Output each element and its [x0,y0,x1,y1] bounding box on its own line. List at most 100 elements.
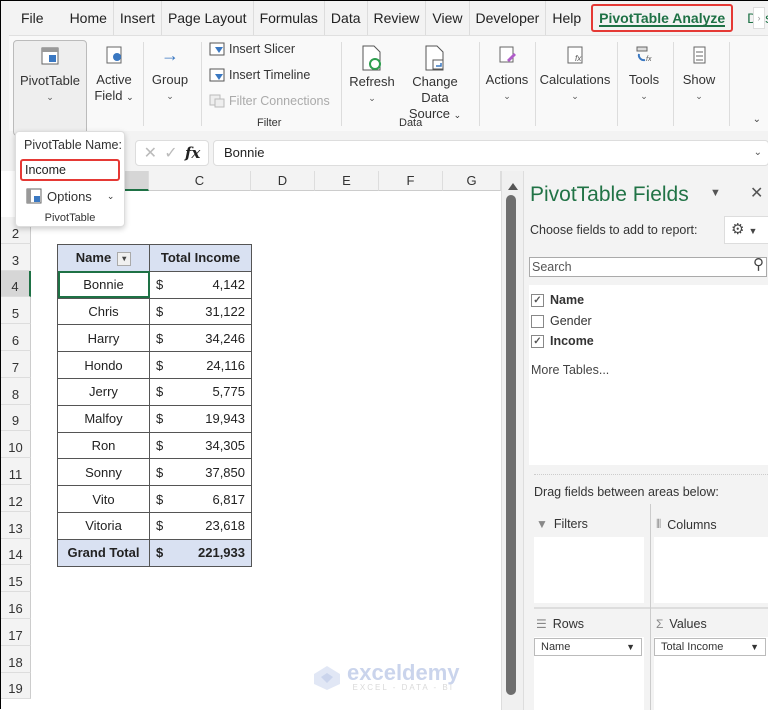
rows-field-chip[interactable]: Name ▼ [534,638,642,656]
filter-connections-button[interactable]: Filter Connections [209,94,330,108]
group-label: Group [151,72,189,87]
pivot-cell-name[interactable]: Vitoria [57,511,150,540]
pivot-cell-income[interactable]: $37,850 [149,458,252,487]
checkbox-checked-icon[interactable]: ✓ [531,293,544,307]
change-data-source-button[interactable]: Change Data Source ⌄ [397,40,473,123]
pivot-cell-name[interactable]: Hondo [57,351,150,379]
field-income[interactable]: ✓ Income [531,334,594,348]
column-header-f[interactable]: F [379,171,443,191]
row-header-18[interactable]: 18 [1,645,31,673]
row-header-15[interactable]: 15 [1,565,31,593]
pivot-cell-income[interactable]: $4,142 [149,270,252,299]
active-field-button[interactable]: Active Field ⌄ [91,40,137,105]
dropdown-arrow-icon[interactable]: ▼ [750,639,759,655]
columns-drop-area[interactable] [654,537,768,603]
pivottable-name-input[interactable]: Income [20,159,120,181]
row-header-3[interactable]: 3 [1,243,31,271]
tab-pivottable-analyze[interactable]: PivotTable Analyze [591,4,734,32]
tab-insert[interactable]: Insert [112,1,161,35]
pivot-cell-name[interactable]: Sonny [57,458,150,487]
pivot-cell-income[interactable]: $6,817 [149,485,252,513]
grand-total-value[interactable]: $221,933 [149,538,252,567]
filters-drop-area[interactable] [534,537,644,603]
options-button[interactable]: Options ⌄ [26,188,114,204]
expand-formula-bar-icon[interactable]: ⌄ [754,141,762,165]
tab-data[interactable]: Data [323,1,367,35]
tab-home[interactable]: Home [64,1,113,35]
pivot-cell-income[interactable]: $23,618 [149,511,252,540]
tab-page-layout[interactable]: Page Layout [160,1,253,35]
row-header-13[interactable]: 13 [1,511,31,539]
tab-formulas[interactable]: Formulas [252,1,324,35]
field-search-input[interactable]: Search ⚲ [529,256,767,277]
enter-icon[interactable]: ✓ [164,143,177,163]
insert-timeline-button[interactable]: Insert Timeline [209,68,310,82]
show-button[interactable]: Show ⌄ [677,40,721,104]
tab-review[interactable]: Review [366,1,426,35]
pivot-header-income[interactable]: Total Income [149,244,252,272]
pivot-cell-name[interactable]: Jerry [57,377,150,406]
pivot-cell-name[interactable]: Ron [57,431,150,460]
actions-button[interactable]: Actions ⌄ [483,40,531,104]
insert-slicer-button[interactable]: Insert Slicer [209,42,295,56]
checkbox-unchecked-icon[interactable] [531,314,544,328]
vertical-scrollbar[interactable] [501,171,523,710]
tab-help[interactable]: Help [545,1,587,35]
calculations-button[interactable]: fx Calculations ⌄ [539,40,611,104]
pivot-cell-name[interactable]: Chris [57,297,150,326]
row-header-9[interactable]: 9 [1,404,31,432]
tab-view[interactable]: View [425,1,468,35]
checkbox-checked-icon[interactable]: ✓ [531,334,544,348]
ribbon-expand-button[interactable]: ⌄ [753,114,761,125]
more-tables-link[interactable]: More Tables... [531,363,609,377]
pivot-cell-income[interactable]: $24,116 [149,351,252,379]
pivot-cell-name[interactable]: Harry [57,324,150,353]
pivot-cell-income[interactable]: $31,122 [149,297,252,326]
pivottable-button[interactable]: PivotTable ⌄ [13,40,87,136]
row-header-11[interactable]: 11 [1,458,31,485]
insert-function-icon[interactable]: fx [185,144,200,162]
group-button[interactable]: → Group ⌄ [147,40,193,104]
scrollbar-thumb[interactable] [506,195,516,695]
column-header-d[interactable]: D [251,171,315,191]
tabs-scroll-right-button[interactable]: › [753,7,765,29]
pivot-cell-name[interactable]: Malfoy [57,404,150,433]
tab-file[interactable]: File [1,1,64,35]
pivot-cell-name[interactable]: Bonnie [57,270,150,299]
field-name[interactable]: ✓ Name [531,293,584,307]
column-header-e[interactable]: E [315,171,379,191]
row-header-8[interactable]: 8 [1,377,31,405]
dropdown-arrow-icon[interactable]: ▼ [626,639,635,655]
pane-options-dropdown-icon[interactable]: ▼ [710,187,721,199]
pivot-cell-income[interactable]: $34,305 [149,431,252,460]
pivot-cell-income[interactable]: $34,246 [149,324,252,353]
row-header-12[interactable]: 12 [1,485,31,512]
pivot-header-name[interactable]: Name ▾ [57,244,150,272]
pivot-cell-income[interactable]: $19,943 [149,404,252,433]
values-field-chip[interactable]: Total Income ▼ [654,638,766,656]
row-header-7[interactable]: 7 [1,351,31,378]
row-header-16[interactable]: 16 [1,592,31,619]
close-pane-icon[interactable]: ✕ [750,183,763,203]
row-header-17[interactable]: 17 [1,619,31,646]
refresh-button[interactable]: Refresh ⌄ [347,40,397,106]
cancel-icon[interactable]: ✕ [144,143,157,163]
filter-dropdown-icon[interactable]: ▾ [117,251,132,266]
row-header-19[interactable]: 19 [1,672,31,700]
row-header-14[interactable]: 14 [1,538,31,566]
field-gender[interactable]: Gender [531,314,592,328]
tab-developer[interactable]: Developer [468,1,546,35]
scroll-up-icon[interactable] [508,183,518,190]
tools-button[interactable]: fx Tools ⌄ [621,40,667,104]
field-settings-button[interactable]: ⚙ ▼ [724,216,768,244]
row-header-10[interactable]: 10 [1,431,31,459]
row-header-4[interactable]: 4 [1,270,31,298]
grand-total-label[interactable]: Grand Total [57,538,150,567]
column-header-c[interactable]: C [149,171,251,191]
pivot-cell-name[interactable]: Vito [57,485,150,513]
formula-input[interactable]: Bonnie ⌄ [213,140,768,166]
row-header-6[interactable]: 6 [1,324,31,351]
column-header-g[interactable]: G [443,171,501,191]
pivot-cell-income[interactable]: $5,775 [149,377,252,406]
row-header-5[interactable]: 5 [1,297,31,325]
